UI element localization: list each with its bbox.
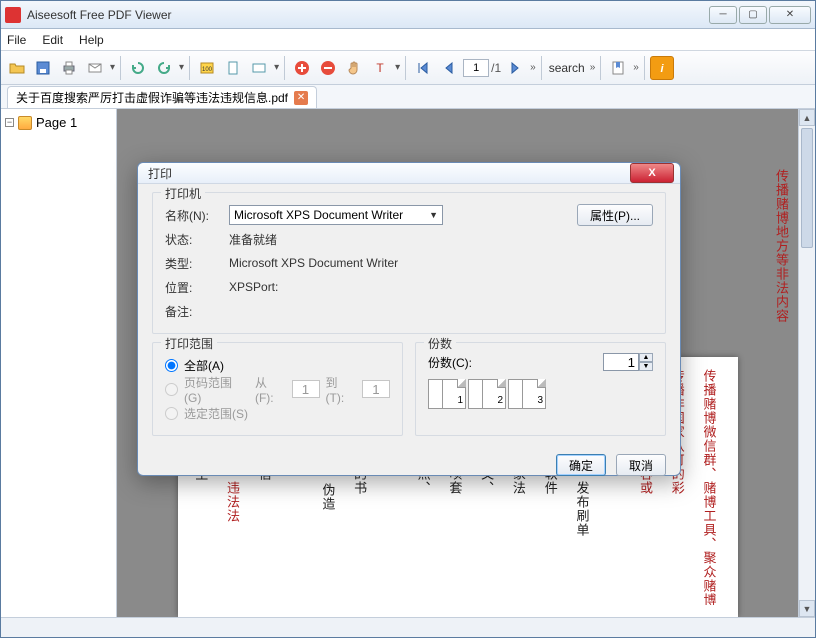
dialog-close-button[interactable]: X [630,163,674,183]
where-value: XPSPort: [229,280,278,294]
comment-label: 备注: [165,303,221,320]
radio-selection-input [165,407,178,420]
print-dialog: 打印 X 打印机 名称(N): Microsoft XPS Document W… [137,162,681,476]
status-label: 状态: [165,231,221,248]
radio-pages: 页码范围(G) 从(F): 到(T): [165,377,390,401]
cancel-button[interactable]: 取消 [616,454,666,476]
range-group: 打印范围 全部(A) 页码范围(G) 从(F): 到(T): 选定范围(S) [152,342,403,436]
copies-spinner[interactable]: ▲▼ [603,353,653,371]
copies-legend: 份数 [424,335,456,352]
radio-pages-input [165,383,178,396]
collate-preview: 1 1 2 2 3 3 [428,379,653,409]
dialog-title: 打印 [148,165,172,182]
printer-name-combo[interactable]: Microsoft XPS Document Writer ▼ [229,205,443,225]
to-input [362,380,390,398]
copies-group: 份数 份数(C): ▲▼ 1 1 2 2 3 [415,342,666,436]
range-legend: 打印范围 [161,335,217,352]
radio-all-input[interactable] [165,359,178,372]
type-label: 类型: [165,255,221,272]
properties-button[interactable]: 属性(P)... [577,204,653,226]
name-label: 名称(N): [165,207,221,224]
copies-label: 份数(C): [428,354,472,371]
printer-name-value: Microsoft XPS Document Writer [234,208,403,222]
copies-input[interactable] [603,353,639,371]
printer-legend: 打印机 [161,185,205,202]
dialog-title-bar[interactable]: 打印 X [138,163,680,184]
where-label: 位置: [165,279,221,296]
from-input [292,380,320,398]
ok-button[interactable]: 确定 [556,454,606,476]
type-value: Microsoft XPS Document Writer [229,256,398,270]
combo-arrow-icon: ▼ [429,210,438,220]
printer-group: 打印机 名称(N): Microsoft XPS Document Writer… [152,192,666,334]
radio-selection: 选定范围(S) [165,401,390,425]
spin-down-icon[interactable]: ▼ [639,362,653,371]
spin-up-icon[interactable]: ▲ [639,353,653,362]
status-value: 准备就绪 [229,231,277,248]
